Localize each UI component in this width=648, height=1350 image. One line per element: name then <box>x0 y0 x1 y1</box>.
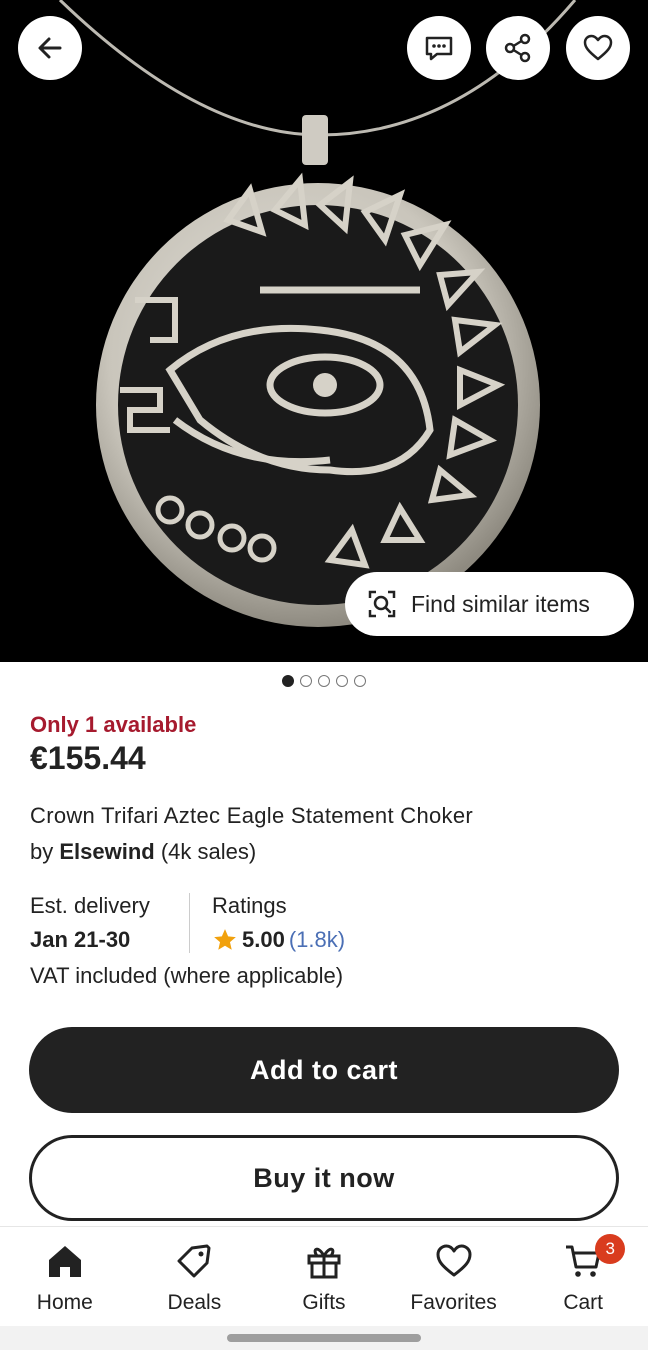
delivery-block: Est. delivery Jan 21-30 <box>30 893 190 953</box>
ratings-label: Ratings <box>212 893 287 918</box>
home-icon <box>48 1246 81 1277</box>
heart-icon <box>436 1244 472 1277</box>
pendant-image <box>58 0 577 627</box>
nav-label: Deals <box>167 1291 222 1314</box>
message-seller-button[interactable] <box>407 16 471 80</box>
nav-deals[interactable]: Deals <box>134 1241 254 1315</box>
vat-note: VAT included (where applicable) <box>30 963 344 988</box>
nav-label: Gifts <box>302 1291 346 1314</box>
tag-icon <box>177 1244 211 1278</box>
heart-icon <box>583 34 613 61</box>
seller-line: by Elsewind (4k sales) <box>30 839 620 865</box>
rating-summary[interactable]: 5.00 (1.8k) <box>212 927 345 953</box>
carousel-dot[interactable] <box>282 675 294 687</box>
price: €155.44 <box>30 740 146 776</box>
seller-name-link[interactable]: Elsewind <box>59 839 154 864</box>
nav-label: Cart <box>563 1291 604 1314</box>
back-button[interactable] <box>18 16 82 80</box>
carousel-dot[interactable] <box>354 675 366 687</box>
delivery-label: Est. delivery <box>30 893 150 918</box>
carousel-indicator <box>0 675 648 687</box>
seller-prefix: by <box>30 839 60 864</box>
seller-sales: (4k sales) <box>154 839 257 864</box>
rating-value: 5.00 <box>242 927 285 952</box>
delivery-ratings-row: Est. delivery Jan 21-30 Ratings 5.00 (1.… <box>30 893 620 953</box>
nav-label: Home <box>36 1291 93 1314</box>
buy-now-button[interactable]: Buy it now <box>29 1135 619 1221</box>
product-info: Only 1 available €155.44 Crown Trifari A… <box>30 712 620 989</box>
add-to-cart-button[interactable]: Add to cart <box>29 1027 619 1113</box>
system-gesture-area <box>0 1326 648 1350</box>
nav-home[interactable]: Home <box>5 1241 125 1315</box>
cart-count-badge: 3 <box>595 1234 626 1264</box>
bottom-navigation: Home Deals Gifts Favorites 3 Cart <box>0 1226 648 1326</box>
carousel-dot[interactable] <box>336 675 348 687</box>
nav-gifts[interactable]: Gifts <box>264 1241 384 1315</box>
carousel-dot[interactable] <box>300 675 312 687</box>
nav-label: Favorites <box>410 1291 497 1314</box>
product-image[interactable]: Find similar items <box>0 0 648 662</box>
star-icon <box>214 929 236 950</box>
visual-search-icon <box>368 590 396 618</box>
gesture-handle[interactable] <box>227 1334 421 1342</box>
share-button[interactable] <box>486 16 550 80</box>
arrow-left-icon <box>38 37 62 59</box>
share-icon <box>504 33 531 63</box>
message-icon <box>425 36 453 61</box>
ratings-block[interactable]: Ratings 5.00 (1.8k) <box>190 893 345 953</box>
nav-favorites[interactable]: Favorites <box>394 1241 514 1315</box>
nav-cart[interactable]: 3 Cart <box>523 1234 643 1315</box>
product-title: Crown Trifari Aztec Eagle Statement Chok… <box>30 803 474 828</box>
find-similar-button[interactable]: Find similar items <box>345 572 634 636</box>
gift-icon <box>307 1247 341 1279</box>
delivery-value: Jan 21-30 <box>30 927 131 952</box>
find-similar-label: Find similar items <box>411 590 590 617</box>
rating-count-link[interactable]: (1.8k) <box>289 927 345 953</box>
favorite-button[interactable] <box>566 16 630 80</box>
availability-text: Only 1 available <box>30 712 197 737</box>
carousel-dot[interactable] <box>318 675 330 687</box>
